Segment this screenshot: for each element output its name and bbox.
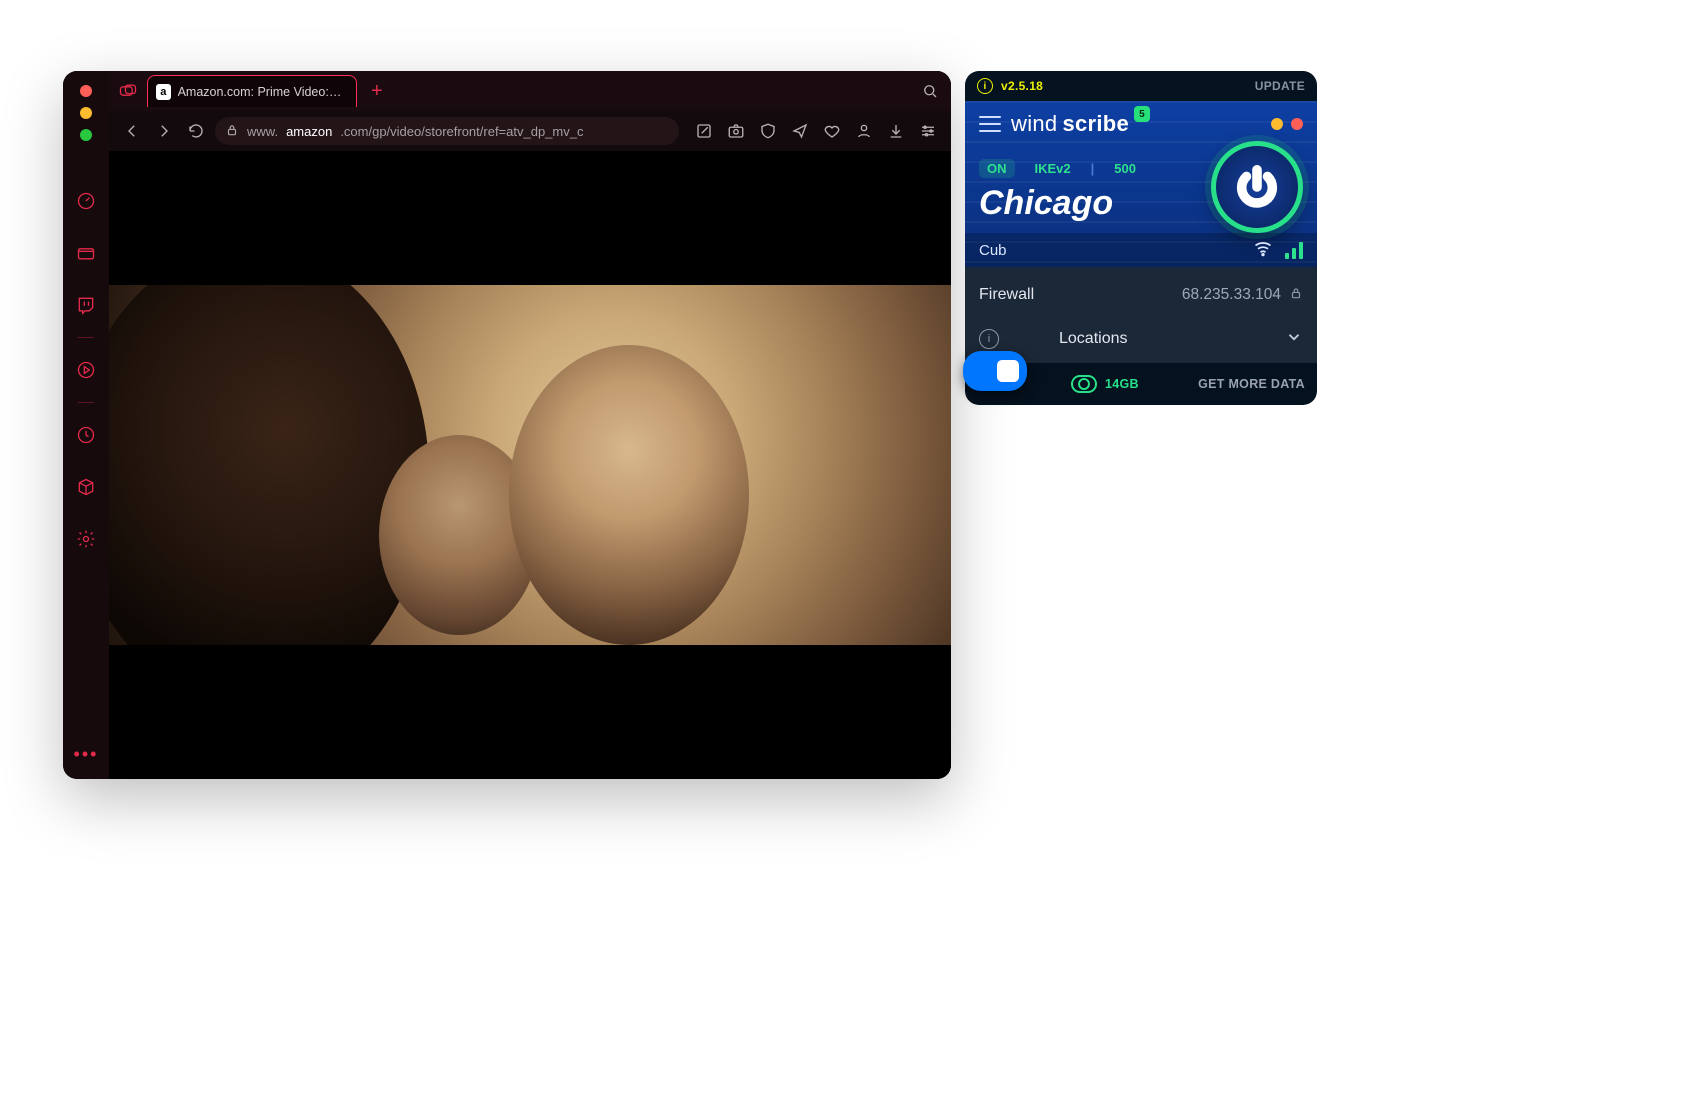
tab-favicon: a	[156, 84, 171, 100]
url-path: .com/gp/video/storefront/ref=atv_dp_mv_c	[340, 124, 583, 139]
snapshot-icon[interactable]	[723, 118, 749, 144]
url-scheme: www.	[247, 124, 278, 139]
cube-icon[interactable]	[74, 475, 98, 499]
reload-button[interactable]	[183, 118, 209, 144]
lock-icon	[225, 123, 239, 140]
brand-prefix: wind	[1011, 111, 1057, 137]
shield-icon[interactable]	[755, 118, 781, 144]
vpn-header: windscribe 5 ON IKEv2 | 500 Chicago Cub	[965, 101, 1317, 267]
nav-forward-button[interactable]	[151, 118, 177, 144]
settings-gear-icon[interactable]	[74, 527, 98, 551]
profile-icon[interactable]	[851, 118, 877, 144]
window-zoom-button[interactable]	[80, 129, 92, 141]
twitch-icon[interactable]	[74, 293, 98, 317]
new-tab-button[interactable]: +	[365, 80, 389, 103]
locations-label[interactable]: Locations	[1033, 330, 1182, 348]
window-close-button[interactable]	[80, 85, 92, 97]
update-button[interactable]: UPDATE	[1255, 79, 1305, 93]
browser-toolbar: www. amazon .com/gp/video/storefront/ref=a…	[109, 111, 951, 151]
workspace-icon[interactable]	[117, 80, 139, 102]
port-label[interactable]: 500	[1106, 159, 1144, 178]
wifi-icon	[1253, 238, 1273, 262]
speed-dial-icon[interactable]	[74, 189, 98, 213]
menu-button[interactable]	[979, 116, 1001, 132]
brand-suffix: scribe	[1062, 111, 1129, 137]
vpn-brand: windscribe 5	[1011, 111, 1150, 137]
heart-icon[interactable]	[819, 118, 845, 144]
browser-tab-active[interactable]: a Amazon.com: Prime Video: Prim	[147, 75, 357, 107]
browser-window: ••• a Amazon.com: Prime Video: Prim +	[63, 71, 951, 779]
server-name: Cub	[979, 242, 1007, 259]
status-separator: |	[1091, 161, 1095, 176]
data-remaining: 14GB	[1105, 377, 1139, 391]
sidebar-more-icon[interactable]: •••	[63, 744, 109, 765]
window-minimize-button[interactable]	[80, 107, 92, 119]
notification-badge[interactable]: 5	[1134, 106, 1150, 122]
window-traffic-lights	[80, 85, 92, 141]
info-icon[interactable]: i	[977, 78, 993, 94]
downloads-icon[interactable]	[883, 118, 909, 144]
vpn-window-controls	[1271, 118, 1303, 130]
sidebar-separator	[78, 337, 94, 338]
ip-lock-icon	[1289, 286, 1303, 305]
browser-content	[109, 151, 951, 779]
video-playing[interactable]	[109, 285, 951, 645]
vpn-window: i v2.5.18 UPDATE windscribe 5 ON IKEv2 |…	[965, 71, 1317, 405]
tab-search-icon[interactable]	[917, 78, 943, 104]
send-icon[interactable]	[787, 118, 813, 144]
nav-back-button[interactable]	[119, 118, 145, 144]
server-subrow: Cub	[965, 233, 1317, 267]
sidebar-separator	[78, 402, 94, 403]
vpn-status-row: ON IKEv2 | 500	[979, 159, 1303, 178]
vpn-topbar: i v2.5.18 UPDATE	[965, 71, 1317, 101]
tab-title: Amazon.com: Prime Video: Prim	[178, 85, 342, 99]
address-bar[interactable]: www. amazon .com/gp/video/storefront/ref=a…	[215, 117, 679, 145]
status-on-badge: ON	[979, 159, 1015, 178]
history-icon[interactable]	[74, 423, 98, 447]
connected-city[interactable]: Chicago	[979, 184, 1303, 223]
firewall-label: Firewall	[979, 286, 1182, 304]
protocol-label[interactable]: IKEv2	[1027, 159, 1079, 178]
vpn-version: v2.5.18	[1001, 79, 1043, 93]
browser-main: a Amazon.com: Prime Video: Prim + www. am…	[109, 71, 951, 779]
data-usage-icon	[1071, 375, 1097, 393]
edit-page-icon[interactable]	[691, 118, 717, 144]
get-more-data-button[interactable]: GET MORE DATA	[1198, 377, 1305, 391]
wallet-icon[interactable]	[74, 241, 98, 265]
ip-address: 68.235.33.104	[1182, 286, 1281, 304]
firewall-info-icon[interactable]: i	[979, 329, 999, 349]
tab-strip: a Amazon.com: Prime Video: Prim +	[109, 71, 951, 111]
firewall-toggle[interactable]	[963, 351, 1027, 391]
locations-expand-button[interactable]	[1285, 328, 1303, 351]
browser-sidebar: •••	[63, 71, 109, 779]
vpn-bottom-bar: 14GB GET MORE DATA	[965, 363, 1317, 405]
url-host: amazon	[286, 124, 332, 139]
vpn-close-button[interactable]	[1291, 118, 1303, 130]
vpn-minimize-button[interactable]	[1271, 118, 1283, 130]
signal-bars-icon	[1285, 241, 1303, 259]
play-circle-icon[interactable]	[74, 358, 98, 382]
vpn-middle-panel: Firewall 68.235.33.104 i Locations	[965, 267, 1317, 363]
easy-setup-icon[interactable]	[915, 118, 941, 144]
